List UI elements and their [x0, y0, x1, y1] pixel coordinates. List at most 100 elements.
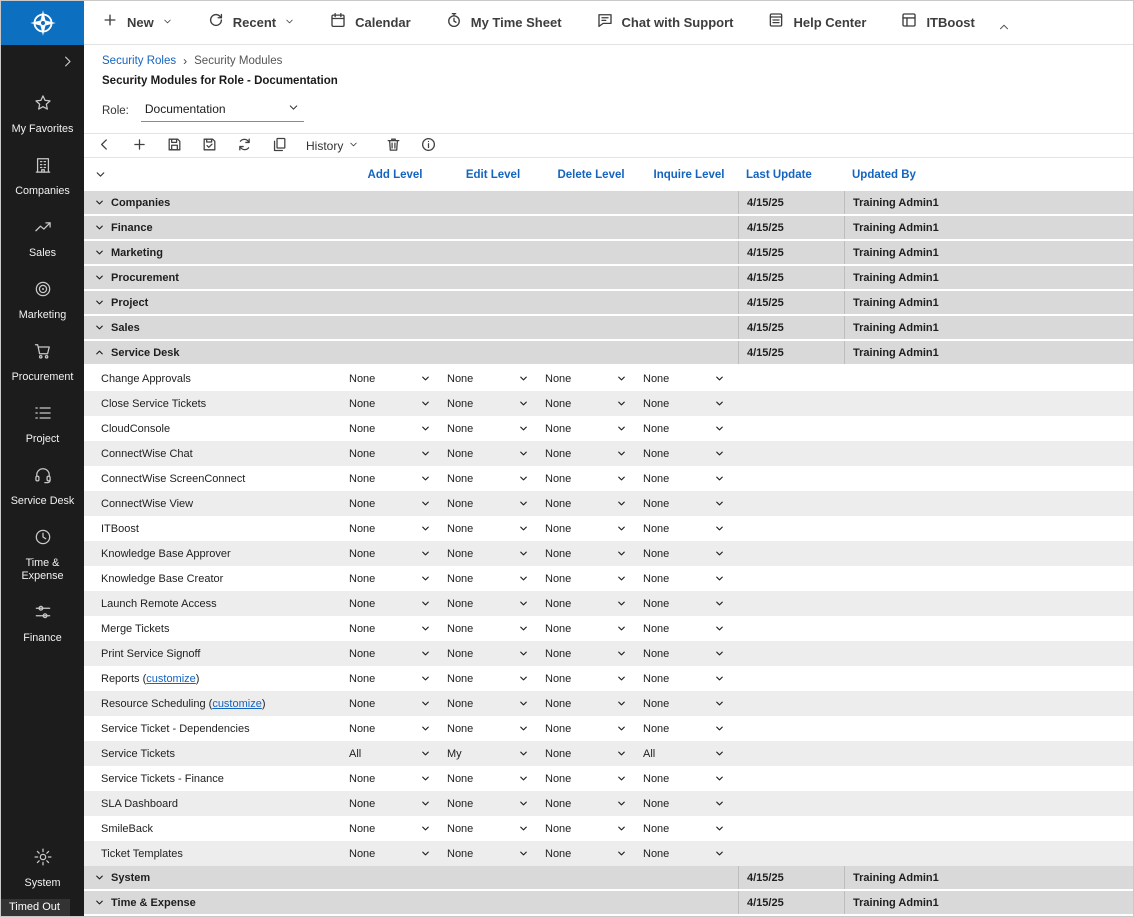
delete-level-select[interactable]: None	[545, 773, 627, 785]
sidebar-item-procurement[interactable]: Procurement	[1, 341, 84, 384]
column-header-delete-level[interactable]: Delete Level	[542, 169, 640, 181]
add-level-select[interactable]: None	[349, 823, 431, 835]
add-level-select[interactable]: None	[349, 573, 431, 585]
add-level-select[interactable]: None	[349, 398, 431, 410]
inquire-level-select[interactable]: None	[643, 523, 725, 535]
sidebar-item-my-favorites[interactable]: My Favorites	[1, 93, 84, 136]
add-level-select[interactable]: None	[349, 548, 431, 560]
sidebar-item-system[interactable]: System	[1, 847, 84, 890]
inquire-level-select[interactable]: None	[643, 398, 725, 410]
edit-level-select[interactable]: None	[447, 673, 529, 685]
delete-button[interactable]	[385, 136, 402, 156]
add-level-select[interactable]: None	[349, 798, 431, 810]
edit-level-select[interactable]: None	[447, 773, 529, 785]
sidebar-item-finance[interactable]: Finance	[1, 602, 84, 645]
delete-level-select[interactable]: None	[545, 673, 627, 685]
delete-level-select[interactable]: None	[545, 723, 627, 735]
group-row-procurement[interactable]: Procurement 4/15/25 Training Admin1	[84, 266, 1133, 291]
chevron-down-icon[interactable]	[94, 222, 105, 233]
delete-level-select[interactable]: None	[545, 548, 627, 560]
add-level-select[interactable]: None	[349, 448, 431, 460]
edit-level-select[interactable]: None	[447, 448, 529, 460]
edit-level-select[interactable]: None	[447, 623, 529, 635]
inquire-level-select[interactable]: None	[643, 423, 725, 435]
new-menu[interactable]: New	[101, 11, 173, 34]
edit-level-select[interactable]: None	[447, 848, 529, 860]
role-select[interactable]: Documentation	[141, 99, 304, 122]
delete-level-select[interactable]: None	[545, 748, 627, 760]
group-row-time-expense[interactable]: Time & Expense 4/15/25 Training Admin1	[84, 891, 1133, 916]
group-row-project[interactable]: Project 4/15/25 Training Admin1	[84, 291, 1133, 316]
group-row-finance[interactable]: Finance 4/15/25 Training Admin1	[84, 216, 1133, 241]
calendar-button[interactable]: Calendar	[329, 11, 411, 34]
chevron-down-icon[interactable]	[94, 197, 105, 208]
edit-level-select[interactable]: None	[447, 373, 529, 385]
add-level-select[interactable]: None	[349, 698, 431, 710]
inquire-level-select[interactable]: None	[643, 773, 725, 785]
sidebar-item-project[interactable]: Project	[1, 403, 84, 446]
delete-level-select[interactable]: None	[545, 698, 627, 710]
delete-level-select[interactable]: None	[545, 523, 627, 535]
delete-level-select[interactable]: None	[545, 448, 627, 460]
edit-level-select[interactable]: My	[447, 748, 529, 760]
edit-level-select[interactable]: None	[447, 598, 529, 610]
group-row-system[interactable]: System 4/15/25 Training Admin1	[84, 866, 1133, 891]
recent-menu[interactable]: Recent	[207, 11, 295, 34]
customize-link[interactable]: customize	[212, 698, 262, 710]
add-level-select[interactable]: None	[349, 373, 431, 385]
column-header-inquire-level[interactable]: Inquire Level	[640, 169, 738, 181]
inquire-level-select[interactable]: None	[643, 798, 725, 810]
inquire-level-select[interactable]: None	[643, 498, 725, 510]
sidebar-expand-button[interactable]	[60, 54, 75, 74]
add-level-select[interactable]: None	[349, 598, 431, 610]
chevron-down-icon[interactable]	[94, 297, 105, 308]
save-and-close-button[interactable]	[201, 136, 218, 156]
inquire-level-select[interactable]: None	[643, 673, 725, 685]
help-center-button[interactable]: Help Center	[767, 11, 866, 34]
chevron-down-icon[interactable]	[94, 897, 105, 908]
column-header-add-level[interactable]: Add Level	[346, 169, 444, 181]
add-level-select[interactable]: None	[349, 423, 431, 435]
customize-link[interactable]: customize	[146, 673, 196, 685]
edit-level-select[interactable]: None	[447, 698, 529, 710]
group-header[interactable]: Finance	[84, 216, 738, 239]
edit-level-select[interactable]: None	[447, 648, 529, 660]
group-header[interactable]: System	[84, 866, 738, 889]
inquire-level-select[interactable]: None	[643, 473, 725, 485]
inquire-level-select[interactable]: All	[643, 748, 725, 760]
sidebar-item-marketing[interactable]: Marketing	[1, 279, 84, 322]
inquire-level-select[interactable]: None	[643, 723, 725, 735]
inquire-level-select[interactable]: None	[643, 848, 725, 860]
inquire-level-select[interactable]: None	[643, 448, 725, 460]
group-row-sales[interactable]: Sales 4/15/25 Training Admin1	[84, 316, 1133, 341]
my-time-sheet-button[interactable]: My Time Sheet	[445, 11, 562, 34]
back-button[interactable]	[96, 136, 113, 156]
group-header[interactable]: Companies	[84, 191, 738, 214]
inquire-level-select[interactable]: None	[643, 648, 725, 660]
inquire-level-select[interactable]: None	[643, 548, 725, 560]
delete-level-select[interactable]: None	[545, 473, 627, 485]
delete-level-select[interactable]: None	[545, 398, 627, 410]
collapse-header-button[interactable]	[997, 20, 1011, 39]
add-level-select[interactable]: None	[349, 673, 431, 685]
edit-level-select[interactable]: None	[447, 723, 529, 735]
delete-level-select[interactable]: None	[545, 423, 627, 435]
column-header-updated-by[interactable]: Updated By	[844, 169, 1133, 181]
history-menu[interactable]: History	[306, 139, 359, 153]
inquire-level-select[interactable]: None	[643, 698, 725, 710]
group-row-service-desk[interactable]: Service Desk 4/15/25 Training Admin1	[84, 341, 1133, 366]
itboost-button[interactable]: ITBoost	[900, 11, 974, 34]
edit-level-select[interactable]: None	[447, 573, 529, 585]
copy-button[interactable]	[271, 136, 288, 156]
group-header[interactable]: Service Desk	[84, 341, 738, 364]
delete-level-select[interactable]: None	[545, 373, 627, 385]
inquire-level-select[interactable]: None	[643, 823, 725, 835]
sidebar-item-service-desk[interactable]: Service Desk	[1, 465, 84, 508]
add-level-select[interactable]: All	[349, 748, 431, 760]
edit-level-select[interactable]: None	[447, 398, 529, 410]
add-level-select[interactable]: None	[349, 648, 431, 660]
chat-with-support-button[interactable]: Chat with Support	[596, 11, 734, 34]
inquire-level-select[interactable]: None	[643, 598, 725, 610]
add-level-select[interactable]: None	[349, 773, 431, 785]
connectwise-logo[interactable]	[1, 1, 84, 45]
